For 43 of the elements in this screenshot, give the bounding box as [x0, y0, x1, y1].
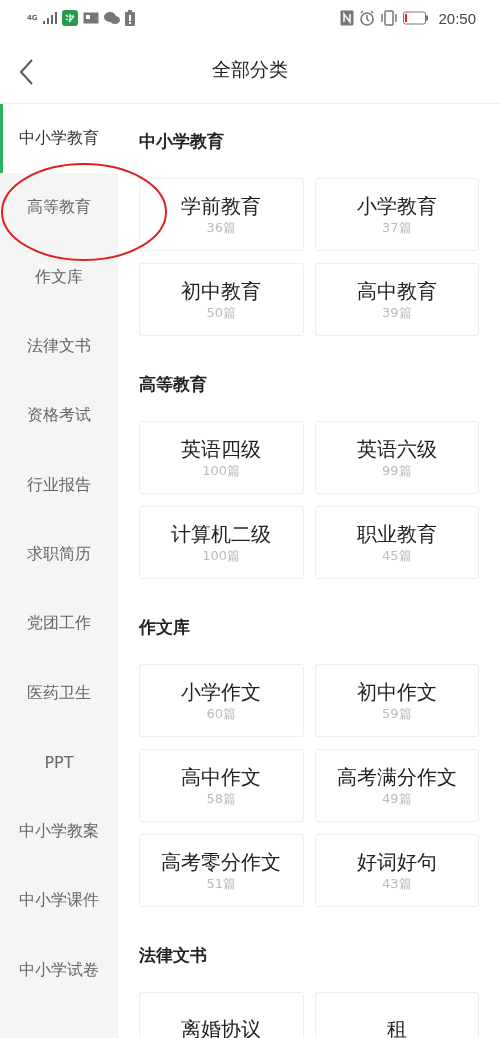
page-title: 全部分类 — [212, 56, 288, 82]
category-tab[interactable]: 作文库 — [0, 242, 118, 312]
category-tab[interactable]: 中小学教育 — [0, 104, 118, 174]
category-tab[interactable]: 中小学教案 — [0, 796, 118, 867]
category-tab[interactable]: 行业报告 — [0, 450, 118, 520]
subcategory-card[interactable]: 高考零分作文 51篇 — [139, 834, 304, 907]
battery-alert-icon — [124, 10, 135, 26]
signal-icon — [42, 12, 57, 24]
subcategory-card[interactable]: 好词好句 43篇 — [314, 834, 479, 907]
battery-icon — [403, 11, 430, 25]
section-heading: 法律文书 — [139, 944, 208, 966]
subcategory-card[interactable]: 初中作文 59篇 — [314, 664, 479, 737]
input-method-icon — [61, 10, 78, 26]
subcategory-card[interactable]: 职业教育 45篇 — [314, 506, 479, 579]
category-tab[interactable]: 法律文书 — [0, 311, 118, 382]
subcategory-card[interactable]: 租 — [314, 992, 479, 1038]
subcategory-card[interactable]: 小学教育 37篇 — [314, 178, 479, 251]
category-tab[interactable]: 中小学课件 — [0, 866, 118, 936]
subcategory-card[interactable]: 高考满分作文 49篇 — [314, 749, 479, 822]
category-tab[interactable]: 中小学试卷 — [0, 935, 118, 1005]
subcategory-card[interactable]: 高中教育 39篇 — [314, 263, 479, 336]
nfc-icon — [340, 10, 355, 26]
subcategory-card[interactable]: 高中作文 58篇 — [139, 749, 304, 822]
subcategory-card[interactable]: 初中教育 50篇 — [139, 263, 304, 336]
chat-icon — [103, 11, 120, 25]
section-heading: 高等教育 — [139, 373, 208, 395]
subcategory-card[interactable]: 离婚协议 — [139, 992, 304, 1038]
category-tab[interactable]: PPT — [0, 727, 118, 797]
category-tab[interactable]: 求职简历 — [0, 519, 118, 590]
card-icon — [82, 12, 99, 24]
subcategory-card[interactable]: 英语六级 99篇 — [314, 421, 479, 494]
subcategory-card[interactable]: 计算机二级 100篇 — [139, 506, 304, 579]
section-heading: 中小学教育 — [139, 130, 225, 152]
subcategory-card[interactable]: 小学作文 60篇 — [139, 664, 304, 737]
category-tab[interactable]: 资格考试 — [0, 381, 118, 451]
vibrate-icon — [380, 10, 399, 26]
category-tab[interactable]: 党团工作 — [0, 589, 118, 659]
subcategory-card[interactable]: 英语四级 100篇 — [139, 421, 304, 494]
category-tab[interactable]: 医药卫生 — [0, 658, 118, 728]
clock-time: 20:50 — [438, 9, 476, 27]
subcategory-card[interactable]: 学前教育 36篇 — [139, 178, 304, 251]
alarm-icon — [359, 10, 376, 26]
section-heading: 作文库 — [139, 616, 191, 638]
